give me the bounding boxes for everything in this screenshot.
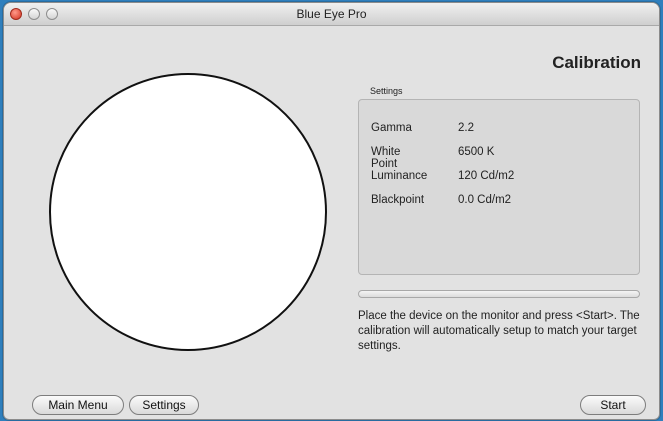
main-menu-button[interactable]: Main Menu bbox=[32, 395, 124, 415]
title-bar[interactable]: Blue Eye Pro bbox=[4, 3, 659, 26]
setting-key: Luminance bbox=[371, 170, 428, 182]
window-title: Blue Eye Pro bbox=[296, 7, 367, 21]
settings-group-box: Gamma 2.2 White Point 6500 K Luminance 1… bbox=[358, 99, 640, 275]
setting-value: 2.2 bbox=[458, 122, 474, 134]
app-window: Blue Eye Pro Calibration Settings Gamma … bbox=[3, 2, 660, 420]
setting-value: 0.0 Cd/m2 bbox=[458, 194, 512, 206]
calibration-target-circle bbox=[49, 73, 327, 351]
settings-button[interactable]: Settings bbox=[129, 395, 199, 415]
setting-value: 120 Cd/m2 bbox=[458, 170, 515, 182]
setting-key: White Point bbox=[371, 146, 401, 170]
settings-group-label: Settings bbox=[370, 86, 403, 96]
setting-value: 6500 K bbox=[458, 146, 495, 158]
start-button[interactable]: Start bbox=[580, 395, 646, 415]
instructions-text: Place the device on the monitor and pres… bbox=[358, 310, 640, 352]
setting-key: Gamma bbox=[371, 122, 412, 134]
page-title: Calibration bbox=[552, 53, 641, 72]
setting-key: Blackpoint bbox=[371, 194, 425, 206]
calibration-progress-bar bbox=[358, 290, 640, 298]
